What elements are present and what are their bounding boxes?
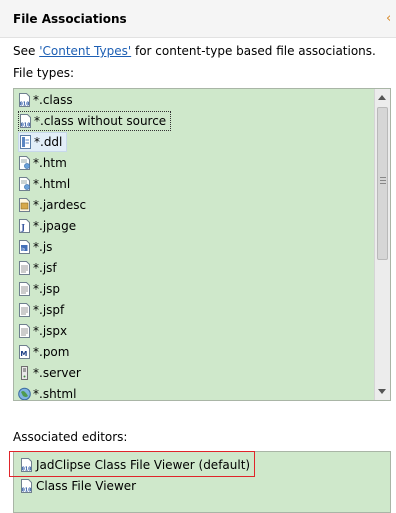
file-type-label: *.jpage (33, 219, 77, 233)
svg-text:010: 010 (21, 122, 31, 128)
html-file-icon (18, 156, 31, 170)
js-file-icon: js (18, 240, 31, 254)
file-type-item[interactable]: js *.js (18, 237, 56, 257)
content-types-hint: See 'Content Types' for content-type bas… (13, 44, 376, 58)
file-type-item[interactable]: 010 *.class (18, 90, 77, 110)
svg-text:010: 010 (20, 101, 30, 107)
file-type-item[interactable]: *.jspx (18, 321, 71, 341)
file-type-item[interactable]: *.jspf (18, 300, 68, 320)
class-file-icon: 010 (18, 93, 31, 107)
class-file-icon: 010 (20, 458, 33, 472)
editor-item[interactable]: 010 Class File Viewer (20, 476, 136, 496)
file-type-item[interactable]: *.jsp (18, 279, 64, 299)
server-file-icon (18, 366, 31, 380)
file-type-label: *.shtml (33, 387, 77, 401)
file-types-list[interactable]: 010 *.class 010 *.class without source *.ddl… (13, 88, 391, 401)
file-type-item[interactable]: *.htm (18, 153, 71, 173)
back-arrow-icon[interactable]: ‹ (386, 11, 391, 26)
file-type-item[interactable]: *.jardesc (18, 195, 90, 215)
html-file-icon (18, 177, 31, 191)
scroll-up-arrow-icon[interactable] (378, 95, 386, 100)
class-file-icon: 010 (19, 114, 32, 128)
svg-text:010: 010 (22, 487, 32, 493)
svg-text:J: J (20, 222, 25, 232)
preference-header: File Associations ‹ (0, 0, 396, 38)
file-type-item[interactable]: M *.pom (18, 342, 73, 362)
svg-text:010: 010 (22, 466, 32, 472)
file-type-label: *.jspf (33, 303, 65, 317)
content-types-link[interactable]: 'Content Types' (39, 44, 131, 58)
file-type-label: *.ddl (34, 135, 63, 149)
file-type-label: *.server (33, 366, 81, 380)
class-file-icon: 010 (20, 479, 33, 493)
text-file-icon (18, 303, 31, 317)
text-file-icon (18, 282, 31, 296)
jar-file-icon (18, 198, 31, 212)
file-type-label: *.html (33, 177, 71, 191)
editor-item[interactable]: 010 JadClipse Class File Viewer (default) (20, 455, 250, 475)
file-type-item[interactable]: *.html (18, 174, 74, 194)
file-type-item[interactable]: *.server (18, 363, 85, 383)
file-type-label: *.class (33, 93, 73, 107)
file-type-item[interactable]: *.ddl (18, 132, 68, 152)
associated-editors-list[interactable]: 010 JadClipse Class File Viewer (default)… (13, 451, 391, 513)
file-type-label: *.htm (33, 156, 67, 170)
maven-file-icon: M (18, 345, 31, 359)
file-type-item[interactable]: *.shtml (18, 384, 80, 401)
associated-editors-label: Associated editors: (13, 430, 128, 444)
file-type-label: *.jsf (33, 261, 57, 275)
file-type-label: *.jsp (33, 282, 61, 296)
page-title: File Associations (13, 12, 127, 26)
text-file-icon (18, 261, 31, 275)
file-type-label: *.jardesc (33, 198, 87, 212)
file-type-label: *.jspx (33, 324, 68, 338)
globe-file-icon (18, 387, 31, 400)
text-file-icon (18, 324, 31, 338)
file-type-item[interactable]: 010 *.class without source (18, 111, 172, 131)
file-type-label: *.pom (33, 345, 70, 359)
file-type-label: *.class without source (34, 114, 167, 128)
file-types-label: File types: (13, 66, 74, 80)
table-file-icon (19, 135, 32, 149)
svg-text:js: js (20, 246, 25, 252)
java-page-icon: J (18, 219, 31, 233)
editor-label: Class File Viewer (36, 479, 137, 493)
scrollbar-thumb[interactable] (377, 107, 388, 260)
file-types-scrollbar[interactable] (374, 89, 390, 400)
editor-label: JadClipse Class File Viewer (default) (36, 458, 251, 472)
file-type-item[interactable]: J *.jpage (18, 216, 80, 236)
scroll-down-arrow-icon[interactable] (378, 389, 386, 394)
svg-text:M: M (20, 350, 27, 358)
file-type-label: *.js (33, 240, 53, 254)
file-type-item[interactable]: *.jsf (18, 258, 61, 278)
